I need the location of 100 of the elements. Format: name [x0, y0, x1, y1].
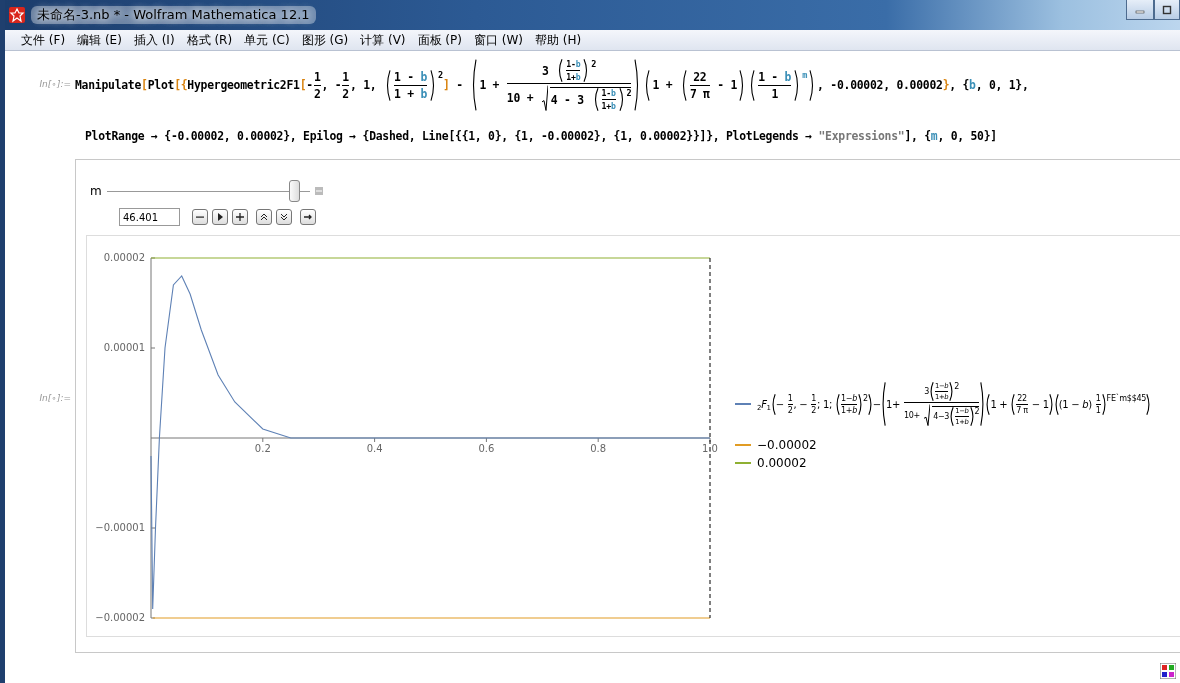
legend-text: 1: [1095, 393, 1101, 403]
code-text: [: [299, 78, 307, 92]
legend-text: −: [775, 398, 785, 410]
legend-text: 3: [924, 387, 929, 396]
code-text: , 0, 50}]: [937, 129, 997, 143]
code-text: "Expressions": [818, 129, 905, 143]
menu-item[interactable]: 面板 (P): [411, 31, 468, 49]
legend-text: b: [852, 405, 857, 415]
app-icon: [9, 7, 25, 23]
direction-button[interactable]: [300, 209, 316, 225]
code-text: 10 +: [506, 91, 535, 105]
menu-item[interactable]: 图形 (G): [295, 31, 355, 49]
code-text: 2: [313, 86, 321, 101]
play-button[interactable]: [212, 209, 228, 225]
code-text: ], {: [904, 129, 931, 143]
parenthesis-icon: [385, 69, 391, 101]
y-tick-label: −0.00001: [95, 522, 145, 533]
code-text: , 1,: [349, 78, 378, 92]
code-text: PlotRange → {-0.00002, 0.00002}, Epilog → {Dashed, Line[{{1, 0}, {1, -0.00002}, {1, 0.00002}}]}, PlotLegends →: [85, 129, 813, 143]
code-text: Plot: [147, 78, 175, 92]
y-tick-label: 0.00001: [103, 342, 145, 353]
legend-text: 1+: [841, 405, 853, 415]
legend-text: −0.00002: [757, 438, 817, 452]
parenthesis-icon: [471, 59, 478, 111]
legend-text: 10+: [903, 410, 921, 420]
code-text: 1 +: [652, 78, 674, 92]
code-text: 1+: [566, 72, 576, 82]
code-text: [: [174, 78, 181, 92]
arrow-right-icon: [303, 212, 313, 222]
code-text: 3: [542, 63, 550, 78]
parenthesis-icon: [644, 69, 651, 101]
slider-thumb[interactable]: [289, 180, 301, 202]
parenthesis-icon: [809, 69, 816, 101]
code-text: 2: [591, 59, 597, 69]
code-text: 1 -: [758, 69, 779, 84]
code-text: -: [455, 78, 464, 92]
status-icon: [1160, 663, 1176, 679]
double-chevron-down-icon: [279, 212, 289, 222]
code-text: ]: [442, 78, 450, 92]
legend-text: 1: [811, 393, 817, 403]
legend-text: 0.00002: [757, 456, 807, 470]
code-text: , 0, 1},: [975, 78, 1029, 92]
code-text: 2: [626, 88, 632, 98]
x-tick-label: 0.2: [254, 443, 271, 454]
legend-text: 1+: [885, 398, 902, 410]
cell-label: In[∘]:=: [38, 393, 72, 403]
menu-item[interactable]: 帮助 (H): [529, 31, 588, 49]
parenthesis-icon: [1010, 393, 1016, 415]
code-text: 1-: [566, 59, 576, 69]
control-label: m: [89, 184, 103, 198]
maximize-button[interactable]: [1154, 0, 1180, 20]
parenthesis-icon: [430, 69, 437, 101]
legend-text: b: [852, 393, 857, 403]
cell-label: In[∘]:=: [38, 79, 72, 89]
legend-text: 1 +: [990, 398, 1009, 410]
value-field[interactable]: 46.401: [119, 208, 180, 226]
menu-item[interactable]: 计算 (V): [354, 31, 412, 49]
y-tick-label: −0.00002: [95, 612, 145, 623]
legend-text: b: [1082, 398, 1089, 410]
code-text: 4 - 3: [550, 92, 585, 107]
slower-button[interactable]: [276, 209, 292, 225]
code-text: 1 +: [479, 78, 501, 92]
code-text: Manipulate: [75, 78, 142, 92]
code-text: b: [420, 86, 428, 101]
parenthesis-icon: [794, 69, 801, 101]
legend-text: 2: [974, 407, 980, 416]
parenthesis-icon: [867, 393, 873, 415]
code-text: 1+: [601, 101, 611, 111]
legend-text: −: [872, 398, 881, 410]
legend-text: 1: [1095, 405, 1101, 415]
legend-text: 1−: [841, 393, 853, 403]
decrement-button[interactable]: [192, 209, 208, 225]
play-icon: [215, 212, 225, 222]
parenthesis-icon: [858, 393, 863, 415]
parenthesis-icon: [880, 382, 886, 426]
code-text: 2: [438, 69, 443, 80]
menu-item[interactable]: 文件 (F): [15, 31, 72, 49]
code-text: 1: [342, 69, 349, 84]
menu-item[interactable]: 单元 (C): [238, 31, 296, 49]
code-text: b: [420, 69, 428, 84]
menu-item[interactable]: 窗口 (W): [467, 31, 529, 49]
increment-button[interactable]: [232, 209, 248, 225]
code-text: b: [610, 88, 616, 98]
faster-button[interactable]: [256, 209, 272, 225]
menu-item[interactable]: 格式 (R): [180, 31, 239, 49]
code-text: , -: [321, 78, 342, 92]
legend-text: 7 π: [1016, 405, 1028, 415]
legend-text: 22: [1017, 393, 1027, 403]
minimize-button[interactable]: [1126, 0, 1154, 20]
menu-item[interactable]: 编辑 (E): [71, 31, 128, 49]
code-text: b: [575, 59, 581, 69]
code-text: 1 -: [394, 69, 415, 84]
code-text: b: [969, 78, 976, 92]
code-text: -: [306, 78, 313, 92]
legend-text: (1 −: [1058, 398, 1081, 410]
menu-item[interactable]: 插入 (I): [127, 31, 181, 49]
code-text: - 1: [716, 78, 738, 92]
x-tick-label: 0.6: [478, 443, 495, 454]
code-text: 1-: [601, 88, 611, 98]
y-tick-label: 0.00002: [103, 252, 145, 263]
